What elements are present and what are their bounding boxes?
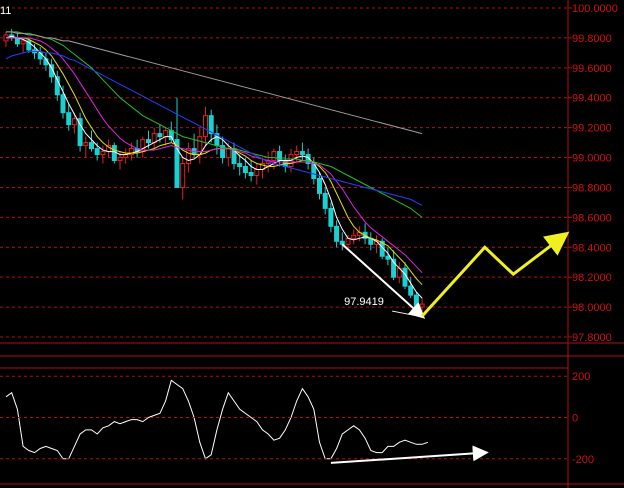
candle-body	[317, 177, 322, 194]
candle-body	[345, 237, 351, 245]
price-tick-label: 98.4000	[572, 242, 612, 254]
price-tick-label: 97.8000	[572, 332, 612, 344]
chart-background	[0, 0, 624, 488]
candle-body	[14, 37, 20, 45]
candle-body	[339, 240, 345, 245]
candle-body	[83, 142, 89, 147]
candle-body	[157, 133, 163, 138]
candle-body	[242, 166, 248, 174]
candle-body	[71, 118, 77, 126]
candle-body	[294, 151, 300, 156]
candle-body	[271, 151, 277, 162]
candle-body	[66, 112, 72, 126]
price-tick-label: 98.0000	[572, 302, 612, 314]
low-price-label: 97.9419	[344, 296, 384, 308]
candle-body	[351, 234, 357, 239]
price-tick-label: 99.8000	[572, 33, 612, 45]
candle-body	[248, 172, 254, 176]
candle-body	[151, 133, 157, 144]
price-tick-label: 98.2000	[572, 272, 612, 284]
candle-body	[146, 139, 151, 144]
candle-body	[413, 294, 419, 308]
candle-body	[111, 145, 117, 162]
candle-body	[237, 163, 243, 168]
candle-body	[334, 225, 340, 242]
candle-body	[254, 169, 260, 176]
oscillator-tick-label: 0	[572, 413, 578, 425]
candle-body	[168, 130, 174, 141]
price-tick-label: 99.4000	[572, 93, 612, 105]
candle-body	[89, 142, 94, 150]
candle-body	[20, 40, 26, 45]
candle-body	[299, 151, 305, 156]
candle-body	[60, 94, 66, 114]
price-tick-label: 98.6000	[572, 212, 612, 224]
chart-canvas: 100.0000 99.8000 99.6000 99.4000 99.2000 99.0…	[0, 0, 624, 488]
price-tick-label: 98.8000	[572, 182, 612, 194]
candle-body	[163, 130, 169, 138]
oscillator-tick-label: -200	[572, 454, 594, 466]
candle-body	[117, 157, 123, 162]
corner-label: 11	[0, 5, 11, 17]
price-tick-label: 99.0000	[572, 153, 612, 165]
price-tick-label: 99.6000	[572, 63, 612, 75]
price-tick-label: 99.2000	[572, 123, 612, 135]
candle-body	[100, 151, 106, 156]
candle-body	[94, 148, 100, 156]
candle-body	[408, 285, 414, 296]
candle-body	[385, 255, 391, 260]
candle-body	[180, 163, 186, 188]
oscillator-tick-label: 200	[572, 371, 590, 383]
candle-body	[225, 148, 231, 159]
candle-body	[419, 303, 425, 308]
candle-body	[203, 115, 208, 138]
candle-body	[328, 207, 334, 227]
price-tick-label: 100.0000	[572, 3, 618, 15]
candle-body	[322, 192, 328, 209]
